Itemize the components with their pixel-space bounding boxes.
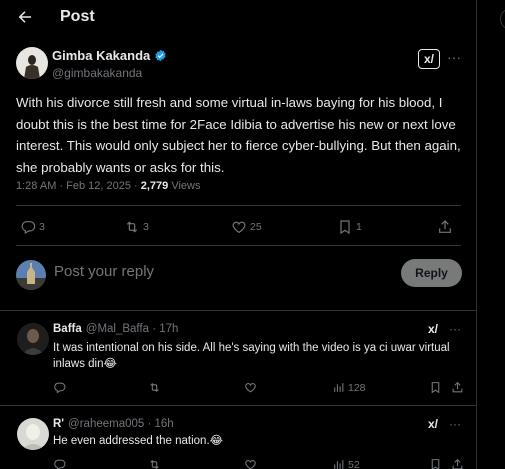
reply-action[interactable] (53, 381, 66, 394)
reply-text: He even addressed the nation.😂 (53, 435, 224, 447)
repost-action[interactable]: 3 (124, 219, 149, 235)
heart-icon (245, 383, 256, 393)
bookmark-icon (431, 459, 440, 469)
post-meta: 1:28 AM · Feb 12, 2025 · 2,779 Views (16, 180, 200, 192)
analytics-icon (334, 383, 344, 392)
author-name-row: Gimba Kakanda (52, 48, 167, 63)
reply-author-handle[interactable]: @Mal_Baffa · 17h (86, 323, 179, 335)
reply-composer: Post your reply Reply (16, 257, 466, 293)
back-arrow-icon[interactable] (16, 8, 34, 26)
grok-button[interactable]: x/ (418, 49, 440, 69)
reply-count: 3 (39, 221, 45, 233)
reply-views-count: 52 (348, 458, 360, 469)
repost-action[interactable] (148, 381, 161, 394)
more-options-icon[interactable]: ··· (449, 323, 461, 335)
views-action[interactable]: 128 (332, 381, 366, 394)
main-column: Post Gimba Kakanda @gimbakakanda x/ ··· … (0, 0, 477, 469)
repost-count: 3 (143, 221, 149, 233)
more-options-icon[interactable]: ··· (449, 418, 461, 430)
author-avatar[interactable] (16, 47, 48, 79)
heart-icon (232, 221, 246, 234)
share-action[interactable] (451, 381, 464, 394)
heart-icon (245, 460, 256, 469)
reply-header: R' @raheema005 · 16h (53, 418, 174, 430)
share-icon (452, 381, 463, 393)
reply-action[interactable]: 3 (20, 219, 45, 235)
bookmark-action[interactable]: 1 (337, 219, 362, 235)
analytics-icon (334, 460, 344, 469)
bookmark-icon (431, 382, 440, 394)
more-options-icon[interactable]: ··· (447, 50, 461, 64)
grok-button[interactable]: x/ (428, 417, 438, 431)
repost-icon (150, 382, 159, 393)
reply-item[interactable]: Baffa @Mal_Baffa · 17h x/ ··· It was int… (0, 311, 477, 405)
reply-avatar[interactable] (17, 323, 49, 355)
share-action[interactable] (451, 458, 464, 469)
reply-text: It was intentional on his side. All he's… (53, 342, 450, 370)
search-box-edge[interactable] (500, 8, 505, 30)
grok-button[interactable]: x/ (428, 322, 438, 336)
author-handle[interactable]: @gimbakakanda (52, 66, 142, 80)
post-author: Gimba Kakanda @gimbakakanda x/ ··· (16, 47, 466, 87)
page-header: Post (0, 0, 477, 37)
like-action[interactable] (244, 381, 257, 394)
reply-views-count: 128 (348, 381, 366, 394)
reply-icon (54, 382, 66, 394)
like-action[interactable]: 25 (231, 219, 262, 235)
repost-icon (150, 459, 159, 469)
reply-author-handle[interactable]: @raheema005 · 16h (68, 418, 174, 430)
bookmark-count: 1 (356, 221, 362, 233)
share-icon (439, 220, 451, 233)
views-action[interactable]: 52 (332, 458, 360, 469)
reply-author-name[interactable]: R' (53, 418, 64, 430)
post-text: With his divorce still fresh and some vi… (16, 95, 461, 175)
bookmark-action[interactable] (429, 458, 442, 469)
reply-icon (54, 459, 66, 469)
repost-icon (126, 221, 138, 233)
share-action[interactable] (437, 219, 453, 235)
reply-button[interactable]: Reply (401, 259, 462, 287)
views-count: 2,779 (140, 180, 169, 192)
right-sidebar (484, 0, 505, 469)
reply-input[interactable]: Post your reply (54, 263, 154, 280)
reply-header: Baffa @Mal_Baffa · 17h (53, 323, 178, 335)
reply-icon (21, 221, 36, 235)
post-timestamp[interactable]: 1:28 AM · Feb 12, 2025 · (16, 180, 141, 192)
bookmark-action[interactable] (429, 381, 442, 394)
divider (16, 245, 461, 246)
reply-author-name[interactable]: Baffa (53, 323, 82, 335)
bookmark-icon (340, 220, 350, 235)
like-count: 25 (250, 221, 262, 233)
views-label: Views (168, 180, 201, 192)
user-avatar[interactable] (16, 260, 46, 290)
reply-avatar[interactable] (17, 418, 49, 450)
verified-badge-icon (155, 49, 166, 62)
author-name[interactable]: Gimba Kakanda (52, 48, 150, 63)
share-icon (452, 458, 463, 469)
divider (16, 205, 461, 206)
like-action[interactable] (244, 458, 257, 469)
reply-action[interactable] (53, 458, 66, 469)
reply-item[interactable]: R' @raheema005 · 16h x/ ··· He even addr… (0, 406, 477, 469)
repost-action[interactable] (148, 458, 161, 469)
page-title: Post (60, 8, 95, 25)
